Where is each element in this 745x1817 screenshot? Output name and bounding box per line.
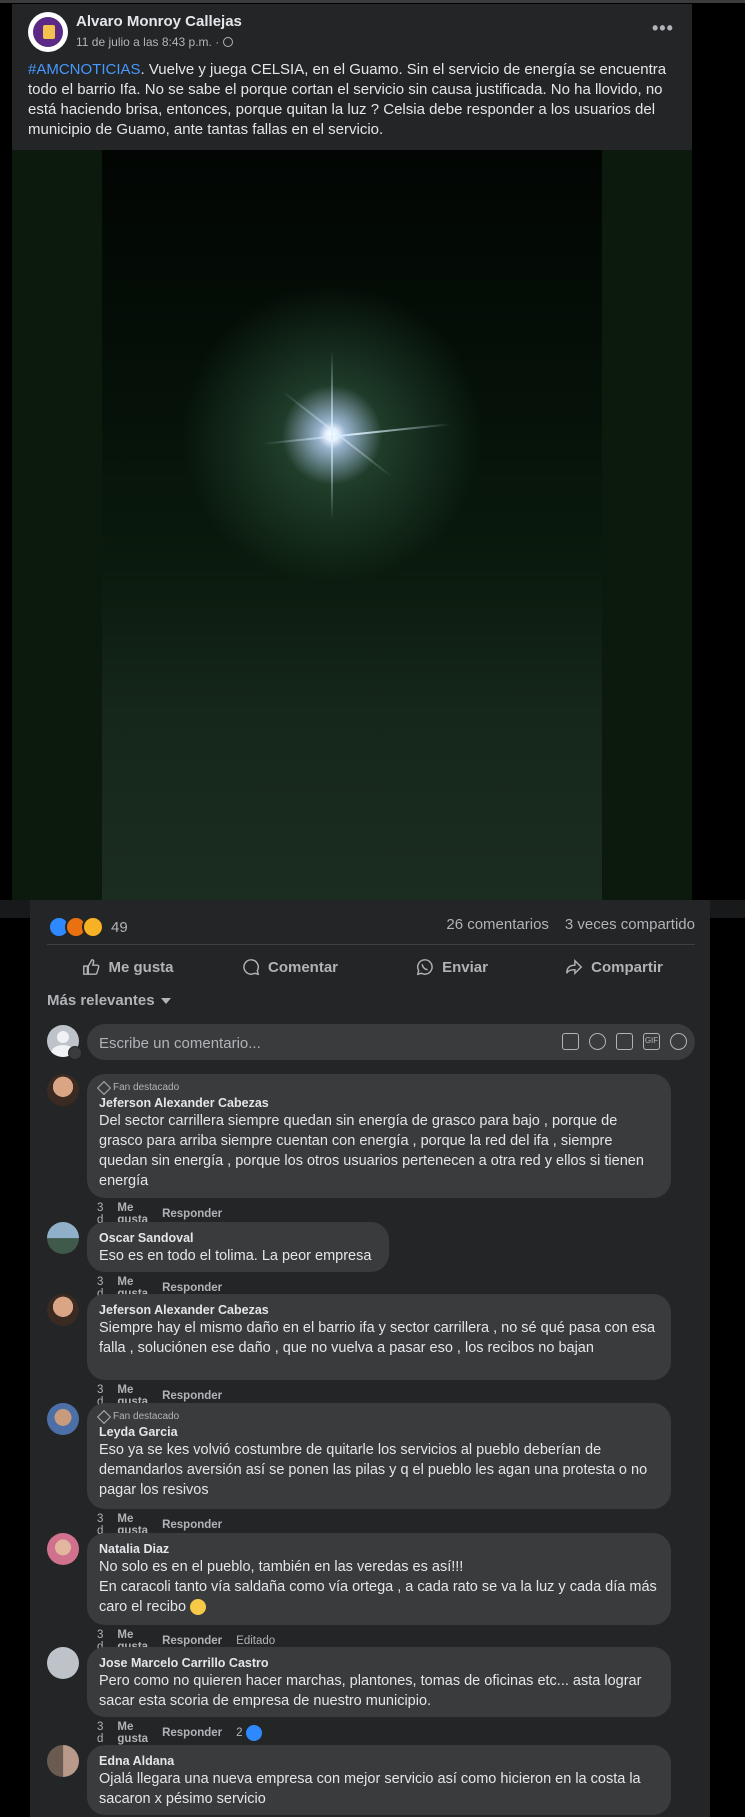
- comment-reply-button[interactable]: Responder: [162, 1519, 222, 1531]
- light-flare: [262, 423, 452, 445]
- shares-count[interactable]: 3 veces compartido: [565, 916, 695, 933]
- comment-text: Eso ya se kes volvió costumbre de quitar…: [99, 1442, 648, 1498]
- commenter-avatar[interactable]: [47, 1294, 79, 1326]
- gif-icon[interactable]: GIF: [643, 1033, 660, 1050]
- post-header: Alvaro Monroy Callejas 11 de julio a las…: [12, 4, 692, 152]
- post-photo-frame: [12, 150, 692, 900]
- whatsapp-icon: [416, 959, 433, 976]
- comment-reply-button[interactable]: Responder: [162, 1208, 222, 1220]
- reactions-summary[interactable]: 49: [48, 916, 128, 938]
- divider: [47, 944, 695, 945]
- comment-reply-button[interactable]: Responder: [162, 1282, 222, 1294]
- commenter-avatar[interactable]: [47, 1403, 79, 1435]
- thumbs-up-icon: [83, 959, 100, 975]
- emoji-icon[interactable]: [589, 1033, 606, 1050]
- wow-reaction-icon: [82, 916, 104, 938]
- comment-like-button[interactable]: Me gusta: [117, 1721, 148, 1745]
- comment-icon: [243, 959, 260, 976]
- commenter-name[interactable]: Jeferson Alexander Cabezas: [99, 1095, 659, 1111]
- post-timestamp[interactable]: 11 de julio a las 8:43 p.m. ·: [76, 35, 234, 49]
- fan-badge-label: Fan destacado: [113, 1082, 180, 1093]
- diamond-icon: [96, 1409, 112, 1424]
- top-border: [0, 0, 745, 3]
- post-photo[interactable]: [102, 150, 602, 900]
- share-button[interactable]: Compartir: [533, 946, 695, 988]
- diamond-icon: [96, 1080, 112, 1095]
- commenter-name[interactable]: Oscar Sandoval: [99, 1230, 377, 1246]
- comment-text-part: En caracoli tanto vía saldaña como vía o…: [99, 1579, 657, 1615]
- send-button[interactable]: Enviar: [371, 946, 533, 988]
- reaction-count: 49: [111, 918, 128, 936]
- comment-reply-button[interactable]: Responder: [162, 1635, 222, 1647]
- sticker-icon[interactable]: [670, 1033, 687, 1050]
- author-name[interactable]: Alvaro Monroy Callejas: [76, 13, 242, 30]
- comment-bubble: Oscar Sandoval Eso es en todo el tolima.…: [87, 1222, 389, 1272]
- comment-text: Ojalá llegara una nueva empresa con mejo…: [99, 1771, 641, 1807]
- timestamp-text: 11 de julio a las 8:43 p.m. ·: [76, 35, 220, 49]
- comment-text: No solo es en el pueblo, también en las …: [99, 1559, 464, 1575]
- author-avatar[interactable]: [28, 12, 68, 52]
- fan-badge: Fan destacado: [96, 1409, 659, 1424]
- commenter-avatar[interactable]: [47, 1222, 79, 1254]
- comment-reply-button[interactable]: Responder: [162, 1390, 222, 1402]
- comments-count[interactable]: 26 comentarios: [446, 916, 549, 933]
- comment-reply-button[interactable]: Responder: [162, 1727, 222, 1739]
- commenter-avatar[interactable]: [47, 1074, 79, 1106]
- light-flare: [281, 390, 393, 478]
- commenter-avatar[interactable]: [47, 1533, 79, 1565]
- comment-composer[interactable]: GIF: [87, 1024, 695, 1062]
- send-label: Enviar: [442, 958, 488, 976]
- fan-badge: Fan destacado: [96, 1080, 659, 1095]
- commenter-name[interactable]: Jose Marcelo Carrillo Castro: [99, 1655, 659, 1671]
- comment-text: Pero como no quieren hacer marchas, plan…: [99, 1673, 642, 1709]
- avatar-sticker-icon[interactable]: [562, 1033, 579, 1050]
- comment-reaction-count[interactable]: 2: [236, 1725, 262, 1741]
- commenter-name[interactable]: Natalia Diaz: [99, 1541, 659, 1557]
- comment-input[interactable]: [97, 1024, 541, 1062]
- comment-label: Comentar: [267, 958, 338, 976]
- comment-text: Siempre hay el mismo daño en el barrio i…: [99, 1320, 656, 1356]
- ellipsis-icon[interactable]: •••: [652, 18, 674, 39]
- share-label: Compartir: [591, 958, 663, 976]
- comment-bubble: Fan destacado Leyda Garcia Eso ya se kes…: [87, 1403, 671, 1509]
- fan-badge-label: Fan destacado: [113, 1411, 180, 1422]
- post-stats: 26 comentarios 3 veces compartido: [446, 916, 695, 933]
- globe-icon: [223, 37, 234, 47]
- comment-text: Del sector carrillera siempre quedan sin…: [99, 1113, 644, 1189]
- comment-bubble: Edna Aldana Ojalá llegara una nueva empr…: [87, 1745, 671, 1815]
- sort-label: Más relevantes: [47, 992, 155, 1009]
- edited-label[interactable]: Editado: [236, 1635, 275, 1647]
- comment-button[interactable]: Comentar: [209, 946, 371, 988]
- commenter-name[interactable]: Jeferson Alexander Cabezas: [99, 1302, 659, 1318]
- comment-actions: 3 d Me gusta Responder 2: [97, 1721, 262, 1745]
- camera-icon[interactable]: [616, 1033, 633, 1050]
- comment-sort-dropdown[interactable]: Más relevantes: [47, 992, 171, 1009]
- avatar-dropdown-badge[interactable]: [68, 1046, 82, 1060]
- share-arrow-icon: [566, 958, 583, 976]
- emoji-icon: [190, 1599, 207, 1616]
- comment-time[interactable]: 3 d: [97, 1721, 103, 1745]
- composer-tools: GIF: [562, 1033, 687, 1050]
- commenter-name[interactable]: Leyda Garcia: [99, 1424, 659, 1440]
- like-button[interactable]: Me gusta: [47, 946, 209, 988]
- comment-text-line: En caracoli tanto vía saldaña como vía o…: [99, 1577, 659, 1617]
- post-text: #AMCNOTICIAS. Vuelve y juega CELSIA, en …: [28, 60, 688, 140]
- comment-like-count: 2: [236, 1727, 243, 1739]
- comment-bubble: Jose Marcelo Carrillo Castro Pero como n…: [87, 1647, 671, 1717]
- commenter-avatar[interactable]: [47, 1647, 79, 1679]
- like-reaction-icon: [245, 1725, 262, 1741]
- comment-text: Eso es en todo el tolima. La peor empres…: [99, 1248, 372, 1264]
- post-actions: Me gusta Comentar Enviar Compartir: [47, 946, 695, 988]
- chevron-down-icon: [160, 997, 171, 1004]
- like-label: Me gusta: [108, 958, 174, 976]
- comment-bubble: Natalia Diaz No solo es en el pueblo, ta…: [87, 1533, 671, 1625]
- light-flare: [331, 350, 333, 520]
- comment-bubble: Fan destacado Jeferson Alexander Cabezas…: [87, 1074, 671, 1198]
- comment-bubble: Jeferson Alexander Cabezas Siempre hay e…: [87, 1294, 671, 1380]
- commenter-avatar[interactable]: [47, 1745, 79, 1777]
- commenter-name[interactable]: Edna Aldana: [99, 1753, 659, 1769]
- hashtag-link[interactable]: #AMCNOTICIAS: [28, 61, 141, 78]
